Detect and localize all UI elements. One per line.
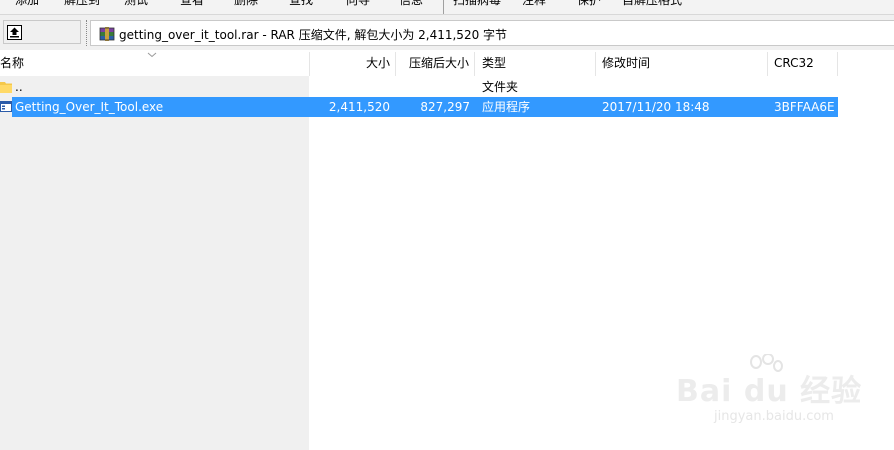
info-button[interactable]: 信息 (399, 0, 423, 8)
scan-virus-button[interactable]: 扫描病毒 (453, 0, 501, 8)
sfx-button[interactable]: 自解压格式 (622, 0, 682, 8)
file-type: 应用程序 (482, 100, 531, 114)
file-row-exe[interactable]: Getting_Over_It_Tool.exe 2,411,520 827,2… (0, 97, 838, 117)
path-field[interactable]: getting_over_it_tool.rar - RAR 压缩文件, 解包大… (90, 20, 894, 46)
file-modified: 2017/11/20 18:48 (602, 100, 710, 114)
rar-archive-icon (99, 27, 115, 41)
extract-to-button[interactable]: 解压到 (64, 0, 100, 8)
file-name: .. (15, 80, 23, 94)
delete-button[interactable]: 删除 (234, 0, 258, 8)
column-header: 名称 大小 压缩后大小 类型 修改时间 CRC32 (0, 52, 894, 76)
up-folder-button[interactable] (3, 20, 81, 44)
file-row-parent[interactable]: .. 文件夹 (0, 77, 838, 97)
file-packed-size: 827,297 (420, 100, 470, 114)
folder-tree-panel (0, 76, 309, 450)
find-button[interactable]: 查找 (289, 0, 313, 8)
baidu-jingyan-watermark: Bai du 经验 jingyan.baidu.com (664, 354, 861, 434)
file-crc32: 3BFFAA6E (774, 100, 835, 114)
toolbar: 添加 解压到 测试 查看 删除 查找 向导 信息 扫描病毒 注释 保护 自解压格… (0, 0, 894, 14)
file-type: 文件夹 (482, 80, 519, 94)
file-name: Getting_Over_It_Tool.exe (15, 100, 164, 114)
watermark-brand: Bai du 经验 (676, 374, 863, 409)
address-bar: getting_over_it_tool.rar - RAR 压缩文件, 解包大… (0, 15, 894, 50)
column-packed-size[interactable]: 压缩后大小 (396, 52, 475, 76)
up-arrow-icon (7, 25, 22, 40)
add-button[interactable]: 添加 (15, 0, 39, 8)
archive-path-text: getting_over_it_tool.rar - RAR 压缩文件, 解包大… (119, 28, 508, 42)
path-grip (86, 20, 89, 46)
wizard-button[interactable]: 向导 (346, 0, 370, 8)
protect-button[interactable]: 保护 (577, 0, 601, 8)
exe-file-icon (0, 101, 12, 112)
view-button[interactable]: 查看 (180, 0, 204, 8)
column-modified[interactable]: 修改时间 (596, 52, 768, 76)
folder-icon (0, 82, 12, 93)
comment-button[interactable]: 注释 (522, 0, 546, 8)
test-button[interactable]: 测试 (124, 0, 148, 8)
watermark-site: jingyan.baidu.com (714, 409, 834, 424)
toolbar-separator (443, 0, 444, 14)
column-crc32[interactable]: CRC32 (768, 52, 838, 76)
column-size[interactable]: 大小 (310, 52, 396, 76)
column-type[interactable]: 类型 (475, 52, 596, 76)
file-size: 2,411,520 (328, 100, 390, 114)
column-name[interactable]: 名称 (0, 52, 310, 76)
